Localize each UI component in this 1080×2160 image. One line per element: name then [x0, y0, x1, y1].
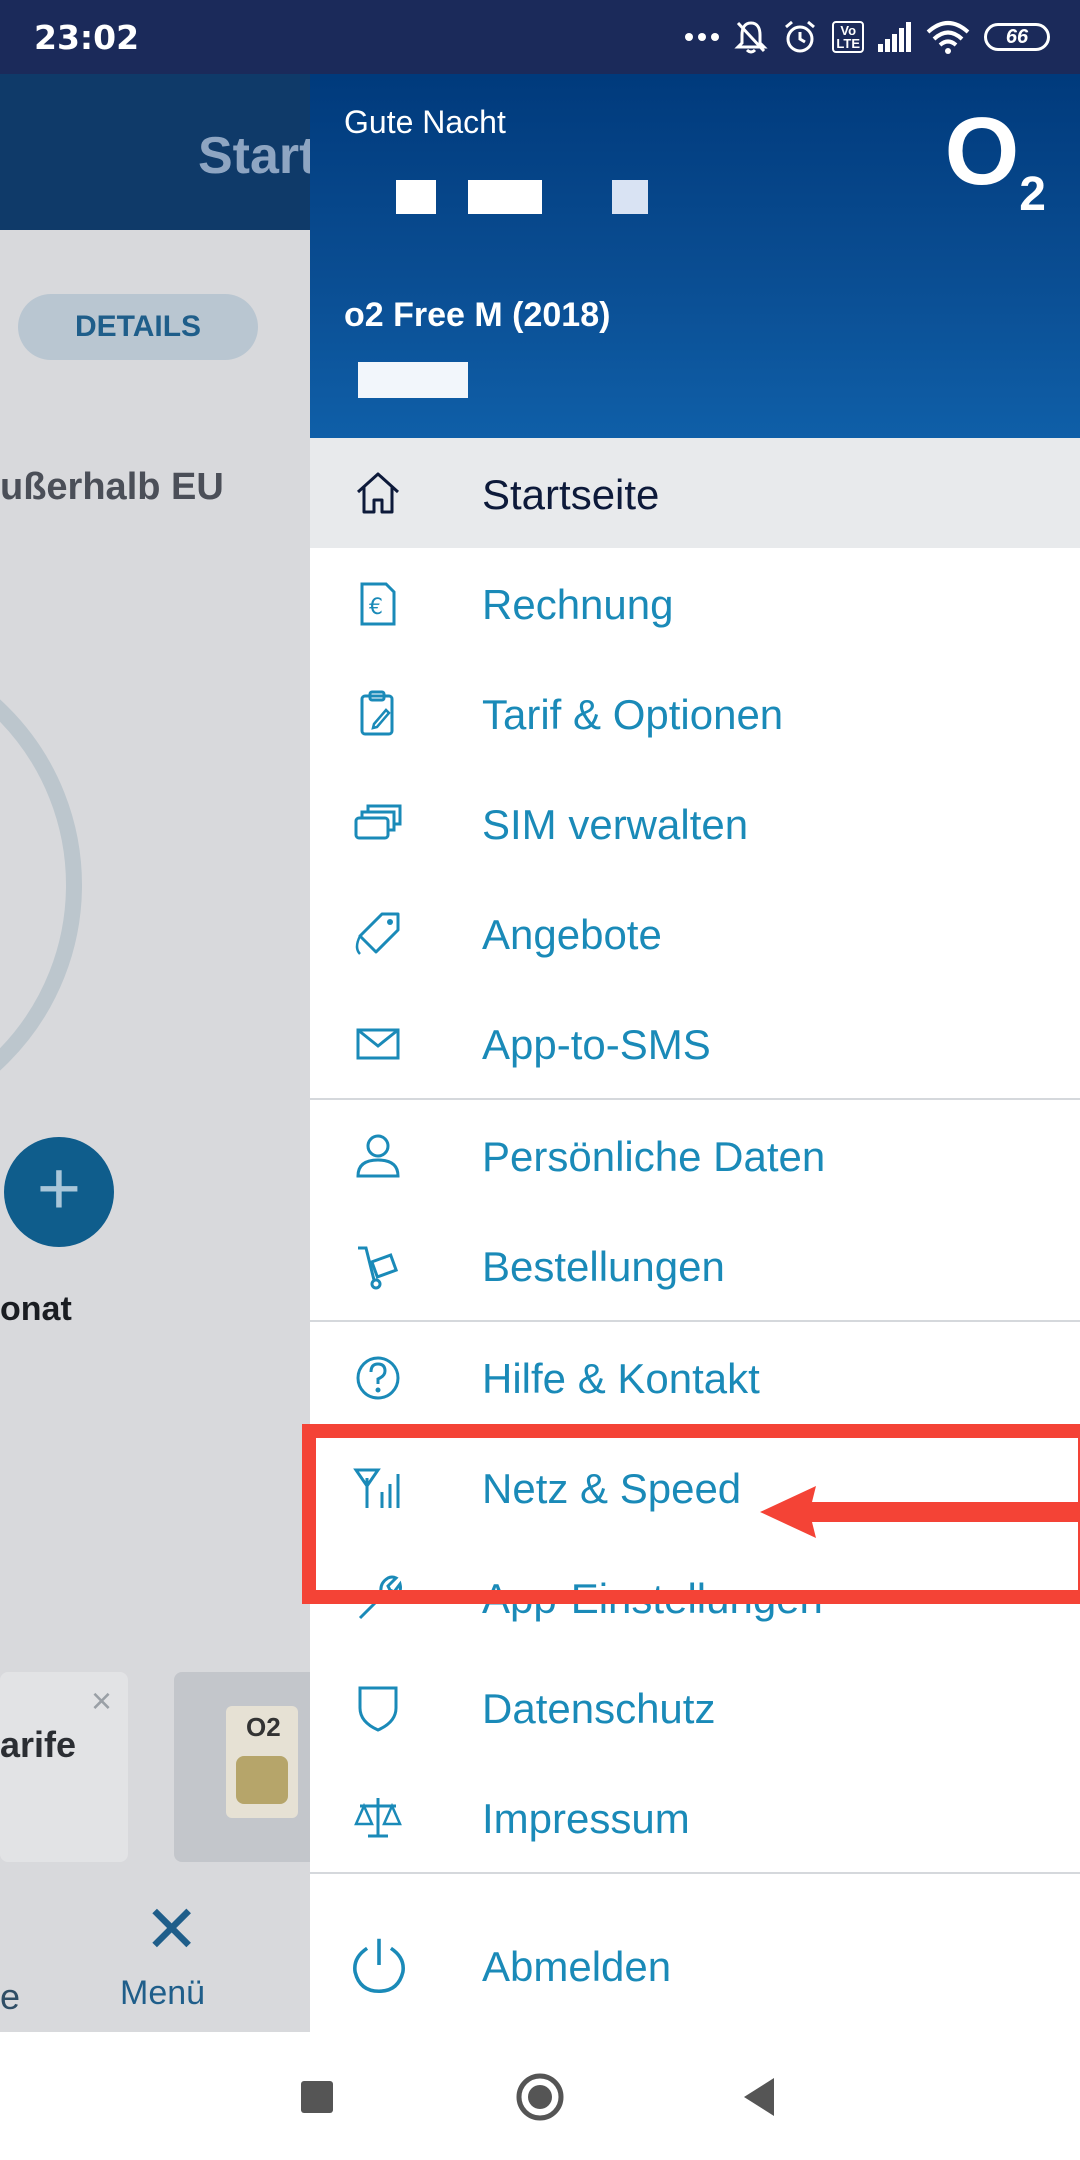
menu-label: Menü	[120, 1974, 206, 2012]
bg-card-sim: O2	[174, 1672, 310, 1862]
status-bar: 23:02 Vo LTE 66	[0, 0, 1080, 74]
svg-text:€: €	[369, 595, 383, 620]
home-icon	[356, 472, 400, 514]
clock: 23:02	[34, 18, 140, 57]
status-icons: Vo LTE 66	[684, 16, 1050, 58]
menu-item-label: Hilfe & Kontakt	[482, 1355, 760, 1402]
system-nav-bar	[0, 2032, 1080, 2160]
bg-text-eu: ußerhalb EU	[0, 466, 224, 508]
bg-card-label: arife	[0, 1724, 77, 1765]
alarm-icon	[785, 20, 816, 53]
redacted-number-block	[358, 362, 468, 398]
background-app: Start DETAILS ußerhalb EU + onat arife ×…	[0, 74, 310, 2032]
help-circle-icon	[356, 1356, 400, 1400]
tag-icon	[355, 912, 400, 955]
scales-icon	[354, 1798, 402, 1838]
battery-level: 66	[1005, 25, 1029, 48]
sim-cards-icon	[354, 804, 402, 840]
menu-item-label: SIM verwalten	[482, 801, 749, 848]
menu-item-label: Abmelden	[482, 1943, 672, 1990]
menu-item-label: Startseite	[482, 471, 660, 518]
tariff-name: o2 Free M (2018)	[344, 296, 611, 334]
menu-item-datenschutz[interactable]: Datenschutz	[310, 1652, 1080, 1762]
add-button: +	[4, 1137, 114, 1247]
menu-item-label: Angebote	[482, 911, 662, 958]
recents-icon[interactable]	[292, 2072, 342, 2122]
menu-item-label: Tarif & Optionen	[482, 691, 784, 738]
signal-icon	[878, 22, 911, 52]
menu-item-label: Bestellungen	[482, 1243, 725, 1290]
invoice-euro-icon: €	[360, 582, 396, 626]
menu-item-label: Datenschutz	[482, 1685, 716, 1732]
redacted-name-block	[612, 180, 648, 214]
battery-icon: 66	[984, 23, 1050, 51]
close-menu-icon: ✕	[144, 1892, 200, 1966]
bg-app-header: Start	[0, 74, 310, 230]
redacted-name-block	[468, 180, 542, 214]
menu-item-angebote[interactable]: Angebote	[310, 878, 1080, 988]
back-icon[interactable]	[736, 2072, 786, 2122]
usage-ring	[0, 634, 82, 1136]
wifi-icon	[926, 21, 970, 54]
menu-item-tarif-optionen[interactable]: Tarif & Optionen	[310, 658, 1080, 768]
person-icon	[356, 1134, 400, 1178]
details-button: DETAILS	[18, 294, 258, 360]
menu-item-rechnung[interactable]: € Rechnung	[310, 548, 1080, 658]
menu-item-startseite[interactable]: Startseite	[310, 438, 1080, 548]
shield-icon	[358, 1686, 398, 1732]
menu-item-label: App-to-SMS	[482, 1021, 711, 1068]
menu-item-impressum[interactable]: Impressum	[310, 1762, 1080, 1872]
envelope-icon	[356, 1028, 400, 1060]
bg-card-tarife: arife ×	[0, 1672, 128, 1862]
drawer-header: Gute Nacht o2 Free M (2018) O2	[310, 74, 1080, 438]
bg-bottom-label: e	[0, 1976, 21, 2017]
clipboard-edit-icon	[360, 690, 394, 736]
highlight-arrow-icon	[760, 1486, 1080, 1538]
menu-item-label: Impressum	[482, 1795, 690, 1842]
mute-bell-icon	[734, 21, 769, 54]
menu-item-app-to-sms[interactable]: App-to-SMS	[310, 988, 1080, 1098]
menu-item-hilfe-kontakt[interactable]: Hilfe & Kontakt	[310, 1322, 1080, 1432]
bg-header-title: Start	[198, 127, 310, 185]
menu-item-label: Rechnung	[482, 581, 674, 628]
greeting: Gute Nacht	[344, 104, 506, 140]
navigation-drawer: Gute Nacht o2 Free M (2018) O2 Startseit…	[310, 74, 1080, 2032]
hand-truck-icon	[358, 1246, 399, 1290]
menu-item-sim-verwalten[interactable]: SIM verwalten	[310, 768, 1080, 878]
more-dots-icon	[685, 33, 720, 41]
menu-item-label: Persönliche Daten	[482, 1133, 826, 1180]
menu-item-persoenliche-daten[interactable]: Persönliche Daten	[310, 1100, 1080, 1210]
power-icon	[353, 1938, 405, 1994]
menu-item-bestellungen[interactable]: Bestellungen	[310, 1210, 1080, 1320]
close-icon: ×	[90, 1680, 112, 1721]
drawer-menu: Startseite € Rechnung Tarif & Optionen S…	[310, 438, 1080, 2020]
o2-logo: O2	[944, 98, 1046, 222]
bg-text-monat: onat	[0, 1290, 72, 1328]
home-button-icon[interactable]	[515, 2072, 565, 2122]
sim-brand: O2	[246, 1712, 281, 1742]
sim-card-icon: O2	[226, 1706, 298, 1818]
volte-icon: Vo LTE	[832, 21, 864, 53]
redacted-name-block	[396, 180, 436, 214]
sim-chip	[236, 1756, 288, 1804]
menu-item-abmelden[interactable]: Abmelden	[310, 1910, 1080, 2020]
